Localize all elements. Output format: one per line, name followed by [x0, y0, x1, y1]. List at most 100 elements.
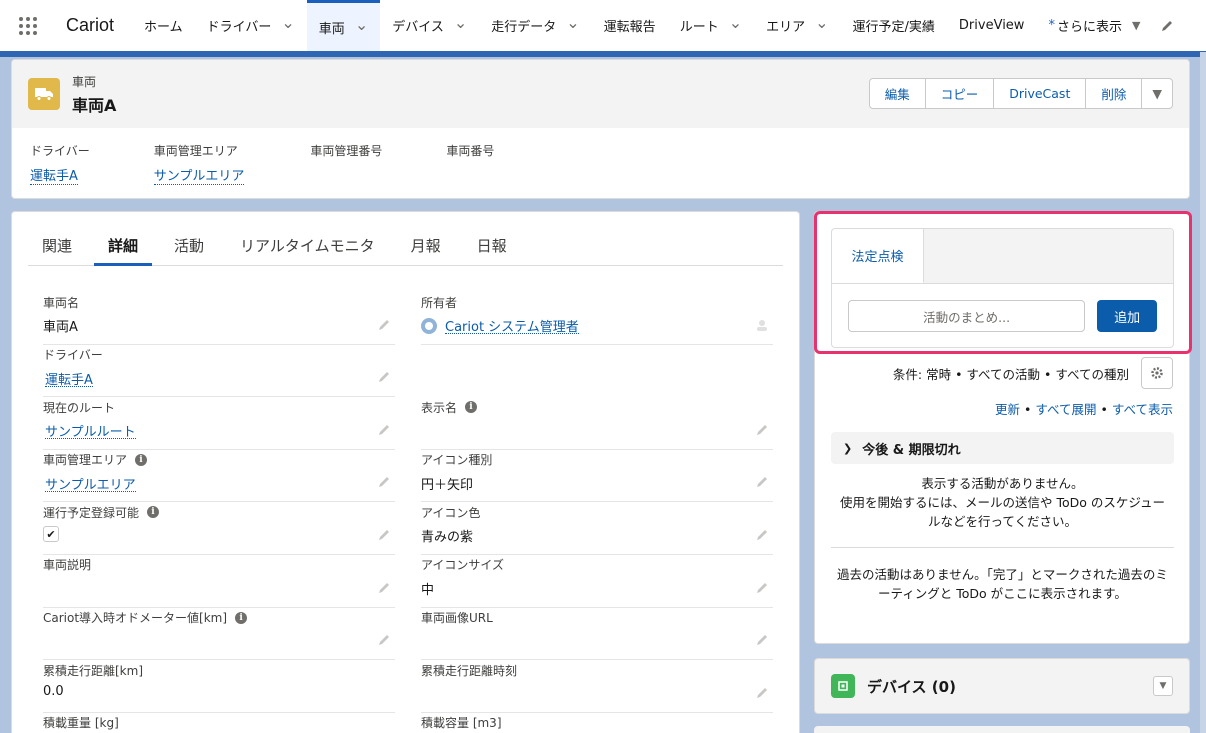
upcoming-section-toggle[interactable]: ❯ 今後 & 期限切れ	[831, 432, 1174, 464]
related-devices-card: デバイス (0) ▼	[814, 658, 1190, 714]
pencil-icon[interactable]	[377, 581, 391, 595]
drivecast-button[interactable]: DriveCast	[994, 79, 1087, 108]
tab-related[interactable]: 関連	[28, 226, 86, 265]
add-button[interactable]: 追加	[1097, 300, 1157, 332]
pencil-icon[interactable]	[755, 633, 769, 647]
nav-item-6[interactable]: ルート ⌄	[668, 0, 754, 51]
tab-details[interactable]: 詳細	[94, 226, 153, 266]
chevron-down-icon[interactable]: ⌄	[355, 15, 368, 34]
tab-realtime-monitor[interactable]: リアルタイムモニタ	[226, 226, 389, 265]
field-current-route: 現在のルート サンプルルート	[43, 397, 395, 450]
nav-item-label: デバイス	[392, 20, 444, 35]
pencil-icon[interactable]	[755, 686, 769, 700]
refresh-link[interactable]: 更新	[995, 402, 1020, 417]
nav-item-5[interactable]: 運転報告	[592, 0, 668, 51]
field-label: 運行予定登録可能	[43, 505, 140, 520]
divider	[831, 547, 1174, 548]
chevron-down-icon[interactable]: ⌄	[729, 13, 742, 32]
pencil-icon[interactable]	[377, 318, 391, 332]
pencil-icon[interactable]	[377, 423, 391, 437]
nav-item-1[interactable]: ドライバー ⌄	[195, 0, 307, 51]
route-link[interactable]: サンプルルート	[45, 421, 136, 440]
field-label: 積載重量 [kg]	[43, 716, 119, 731]
pencil-icon[interactable]	[755, 423, 769, 437]
delete-button[interactable]: 削除	[1086, 79, 1143, 108]
nav-more-button[interactable]: * さらに表示 ▼	[1036, 0, 1152, 51]
chevron-down-icon[interactable]: ⌄	[566, 13, 579, 32]
chevron-down-icon[interactable]: ⌄	[815, 13, 828, 32]
tab-legal-inspection[interactable]: 法定点検	[832, 229, 924, 283]
activity-summary-input[interactable]: 活動のまとめ...	[848, 300, 1086, 332]
field-label: 車両名	[43, 295, 80, 310]
highlight-label: 車両番号	[446, 144, 495, 158]
caret-down-icon: ▼	[1152, 86, 1162, 101]
expand-all-link[interactable]: すべて展開	[1035, 402, 1096, 417]
app-launcher-icon	[19, 16, 37, 35]
nav-more-label: さらに表示	[1056, 20, 1122, 35]
nav-item-label: ドライバー	[206, 20, 272, 35]
app-launcher-button[interactable]	[0, 0, 56, 51]
nav-item-3[interactable]: デバイス ⌄	[380, 0, 479, 51]
field-icon-color: アイコン色 青みの紫	[421, 502, 773, 555]
caret-down-icon: ▼	[1159, 681, 1167, 691]
pencil-icon[interactable]	[755, 528, 769, 542]
field-value	[421, 632, 773, 650]
activity-composer: 法定点検 活動のまとめ... 追加	[831, 228, 1174, 348]
edit-button[interactable]: 編集	[870, 79, 926, 108]
pencil-icon[interactable]	[377, 528, 391, 542]
change-owner-icon[interactable]	[755, 318, 769, 332]
highlight-area-link[interactable]: サンプルエリア	[153, 165, 245, 185]
pencil-icon[interactable]	[755, 475, 769, 489]
field-value: 0.0	[43, 684, 64, 700]
field-value: 円＋矢印	[421, 477, 474, 493]
detail-card: 関連 詳細 活動 リアルタイムモニタ 月報 日報 車両名 車両A 所有者 Car…	[11, 211, 800, 733]
edit-nav-button[interactable]	[1152, 0, 1182, 51]
info-icon[interactable]: i	[465, 401, 478, 414]
nav-item-label: エリア	[766, 20, 806, 35]
pencil-icon[interactable]	[377, 633, 391, 647]
detail-fields: 車両名 車両A 所有者 Cariot システム管理者 ドライバー 運転手A 現在…	[43, 292, 773, 733]
tab-monthly-report[interactable]: 月報	[397, 226, 455, 265]
pencil-icon[interactable]	[377, 475, 391, 489]
chevron-down-icon[interactable]: ⌄	[281, 13, 294, 32]
record-actions: 編集 コピー DriveCast 削除 ▼	[868, 78, 1173, 109]
related-devices-menu-button[interactable]: ▼	[1153, 676, 1173, 696]
nav-item-4[interactable]: 走行データ ⌄	[479, 0, 591, 51]
pencil-icon[interactable]	[755, 581, 769, 595]
nav-item-label: 運転報告	[603, 20, 656, 35]
related-devices-title[interactable]: デバイス (0)	[867, 676, 956, 697]
highlight-driver-link[interactable]: 運転手A	[30, 165, 78, 185]
clone-button[interactable]: コピー	[926, 79, 995, 108]
record-header: 車両 車両A 編集 コピー DriveCast 削除 ▼ ドライバー 運転手A …	[11, 59, 1190, 199]
nav-item-9[interactable]: DriveView	[947, 0, 1037, 51]
more-actions-button[interactable]: ▼	[1142, 79, 1172, 108]
area-link[interactable]: サンプルエリア	[45, 474, 136, 493]
field-label: アイコンサイズ	[421, 558, 505, 573]
nav-item-label: ルート	[679, 20, 719, 35]
info-icon[interactable]: i	[235, 611, 248, 624]
show-all-link[interactable]: すべて表示	[1112, 402, 1173, 417]
info-icon[interactable]: i	[135, 453, 148, 466]
nav-item-2[interactable]: 車両 ⌄	[306, 0, 381, 51]
driver-link[interactable]: 運転手A	[45, 369, 93, 388]
scrollbar[interactable]	[1200, 52, 1206, 733]
info-icon[interactable]: i	[147, 506, 160, 519]
chevron-down-icon[interactable]: ⌄	[454, 13, 467, 32]
tab-activity[interactable]: 活動	[160, 226, 218, 265]
nav-item-0[interactable]: ホーム	[132, 0, 195, 51]
chevron-down-icon: ❯	[843, 441, 853, 455]
owner-link[interactable]: Cariot システム管理者	[445, 316, 579, 335]
field-empty	[421, 345, 773, 398]
app-name: Cariot	[66, 15, 115, 35]
pencil-icon[interactable]	[377, 370, 391, 384]
nav-item-7[interactable]: エリア ⌄	[754, 0, 840, 51]
tab-daily-report[interactable]: 日報	[463, 226, 521, 265]
avatar	[421, 318, 437, 334]
field-label: アイコン色	[421, 505, 481, 520]
field-schedulable: 運行予定登録可能 i ✔	[43, 502, 395, 555]
activity-settings-button[interactable]	[1141, 357, 1173, 389]
link-separator: •	[1096, 402, 1112, 417]
empty-upcoming-text: 表示する活動がありません。 使用を開始するには、メールの送信や ToDo のスケ…	[839, 476, 1165, 529]
nav-item-8[interactable]: 運行予定/実績	[841, 0, 947, 51]
nav-item-label: 車両	[318, 21, 345, 37]
